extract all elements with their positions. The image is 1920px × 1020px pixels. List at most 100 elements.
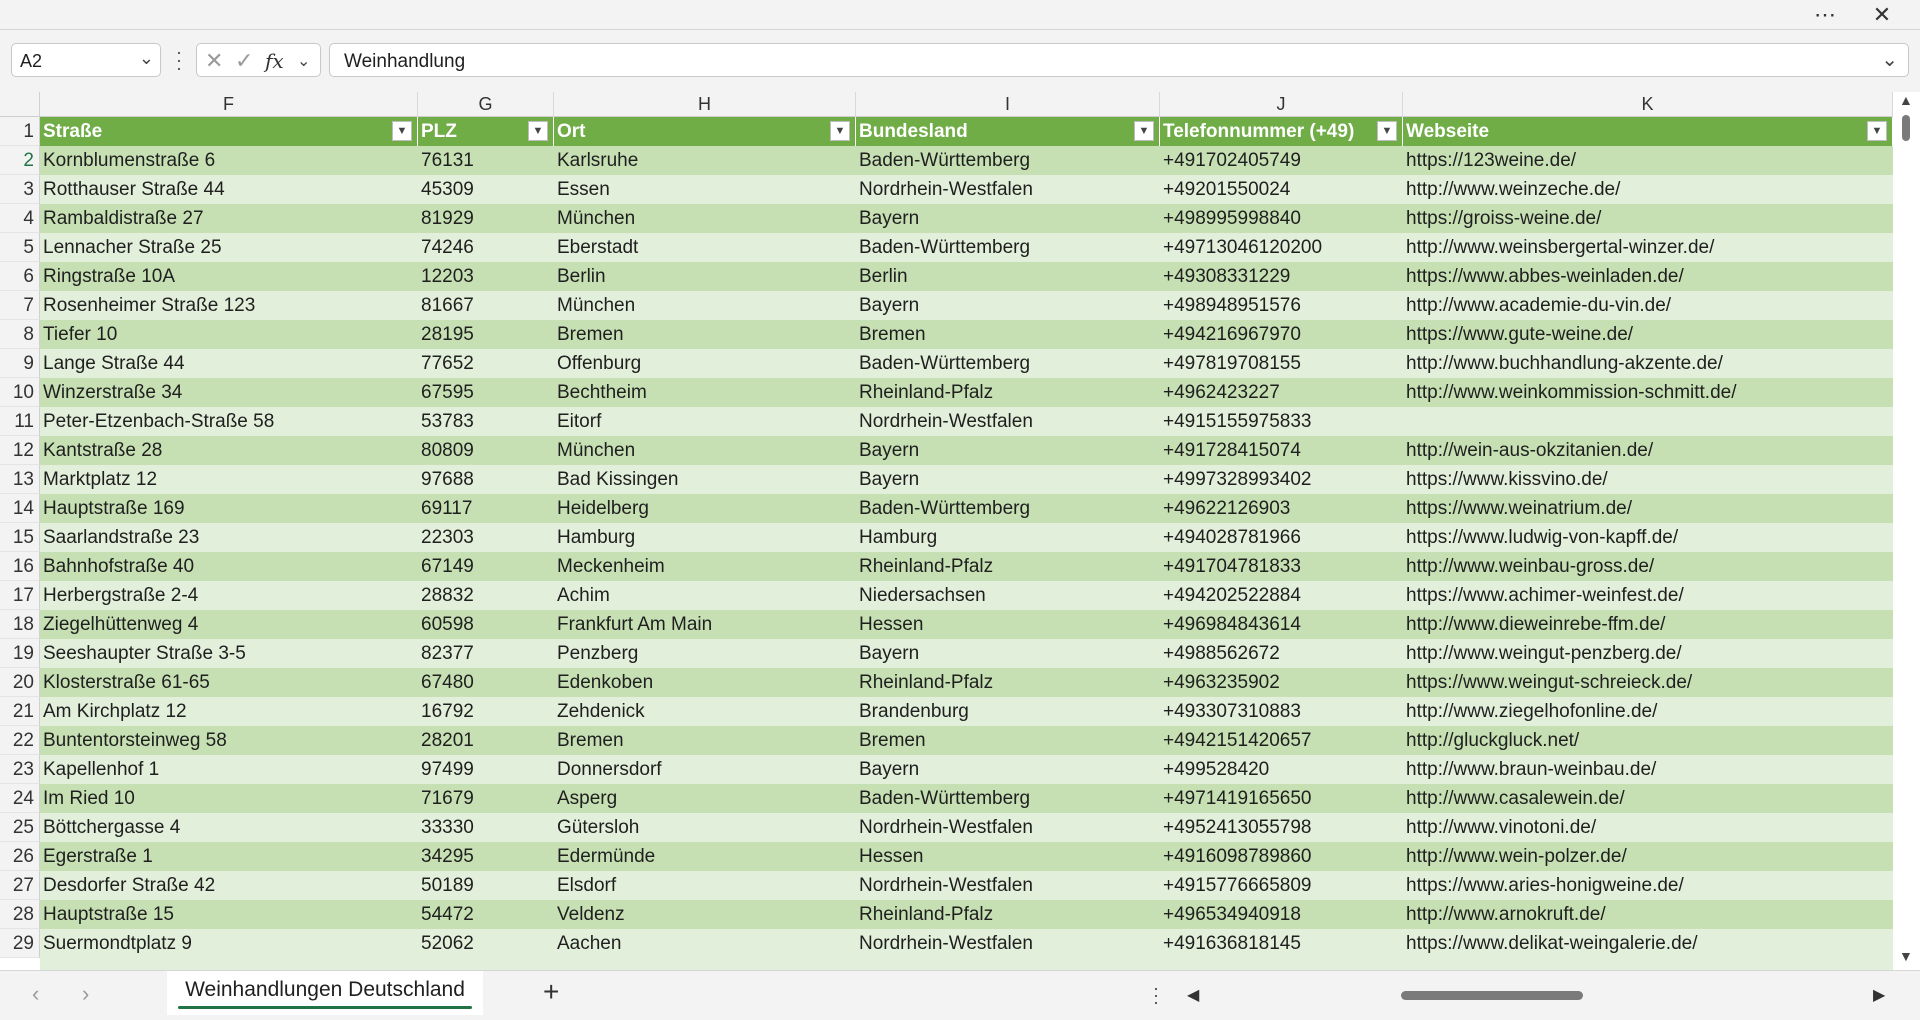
- table-cell[interactable]: http://www.buchhandlung-akzente.de/: [1403, 349, 1893, 378]
- add-sheet-icon[interactable]: +: [543, 976, 559, 1008]
- table-cell[interactable]: Bremen: [554, 320, 856, 349]
- table-cell[interactable]: 28832: [418, 581, 554, 610]
- table-cell[interactable]: Bayern: [856, 436, 1160, 465]
- table-cell[interactable]: 74246: [418, 233, 554, 262]
- table-cell[interactable]: http://www.weinzeche.de/: [1403, 175, 1893, 204]
- table-cell[interactable]: 54472: [418, 900, 554, 929]
- chevron-down-icon[interactable]: ⌄: [139, 48, 154, 69]
- table-cell[interactable]: Hessen: [856, 842, 1160, 871]
- table-cell[interactable]: +4962423227: [1160, 378, 1403, 407]
- table-cell[interactable]: München: [554, 436, 856, 465]
- row-header[interactable]: 14: [0, 494, 40, 523]
- column-header[interactable]: G: [418, 92, 554, 117]
- table-cell[interactable]: +494028781966: [1160, 523, 1403, 552]
- table-cell[interactable]: Klosterstraße 61-65: [40, 668, 418, 697]
- table-cell[interactable]: http://www.wein-polzer.de/: [1403, 842, 1893, 871]
- scroll-up-icon[interactable]: ▲: [1899, 92, 1913, 108]
- chevron-left-icon[interactable]: ‹: [32, 981, 39, 1007]
- table-header-cell[interactable]: Webseite ▼: [1403, 117, 1893, 146]
- row-header[interactable]: 5: [0, 233, 40, 262]
- row-header[interactable]: 12: [0, 436, 40, 465]
- table-cell[interactable]: http://www.arnokruft.de/: [1403, 900, 1893, 929]
- row-header[interactable]: 10: [0, 378, 40, 407]
- row-header[interactable]: 25: [0, 813, 40, 842]
- table-cell[interactable]: Nordrhein-Westfalen: [856, 407, 1160, 436]
- table-cell[interactable]: https://www.weinatrium.de/: [1403, 494, 1893, 523]
- table-cell[interactable]: Böttchergasse 4: [40, 813, 418, 842]
- table-cell[interactable]: +4963235902: [1160, 668, 1403, 697]
- table-cell[interactable]: Offenburg: [554, 349, 856, 378]
- table-cell[interactable]: Frankfurt Am Main: [554, 610, 856, 639]
- table-cell[interactable]: Nordrhein-Westfalen: [856, 871, 1160, 900]
- table-cell[interactable]: https://www.achimer-weinfest.de/: [1403, 581, 1893, 610]
- table-header-cell[interactable]: Straße ▼: [40, 117, 418, 146]
- table-cell[interactable]: Baden-Württemberg: [856, 494, 1160, 523]
- table-header-cell[interactable]: Bundesland ▼: [856, 117, 1160, 146]
- row-header[interactable]: 18: [0, 610, 40, 639]
- table-cell[interactable]: +496534940918: [1160, 900, 1403, 929]
- table-cell[interactable]: 67480: [418, 668, 554, 697]
- table-cell[interactable]: 45309: [418, 175, 554, 204]
- formula-input[interactable]: Weinhandlung ⌄: [329, 43, 1909, 77]
- table-cell[interactable]: https://www.ludwig-von-kapff.de/: [1403, 523, 1893, 552]
- table-cell[interactable]: Baden-Württemberg: [856, 146, 1160, 175]
- table-cell[interactable]: https://www.kissvino.de/: [1403, 465, 1893, 494]
- spreadsheet-grid[interactable]: FGHIJK 1 2 3 4 5 6 7 8 9 10 11 12 13 14 15 16 17 18 19 20 21…: [0, 92, 1920, 987]
- table-cell[interactable]: Bremen: [856, 726, 1160, 755]
- table-cell[interactable]: Bayern: [856, 465, 1160, 494]
- column-header[interactable]: F: [40, 92, 418, 117]
- table-cell[interactable]: Hamburg: [554, 523, 856, 552]
- table-cell[interactable]: https://www.weingut-schreieck.de/: [1403, 668, 1893, 697]
- table-cell[interactable]: Am Kirchplatz 12: [40, 697, 418, 726]
- table-cell[interactable]: Lennacher Straße 25: [40, 233, 418, 262]
- table-cell[interactable]: 34295: [418, 842, 554, 871]
- table-cell[interactable]: Suermondtplatz 9: [40, 929, 418, 958]
- table-cell[interactable]: http://gluckgluck.net/: [1403, 726, 1893, 755]
- row-header[interactable]: 17: [0, 581, 40, 610]
- table-cell[interactable]: Rambaldistraße 27: [40, 204, 418, 233]
- table-cell[interactable]: Bremen: [856, 320, 1160, 349]
- table-cell[interactable]: https://www.abbes-weinladen.de/: [1403, 262, 1893, 291]
- table-cell[interactable]: Karlsruhe: [554, 146, 856, 175]
- table-cell[interactable]: +49201550024: [1160, 175, 1403, 204]
- table-cell[interactable]: Berlin: [856, 262, 1160, 291]
- table-cell[interactable]: Nordrhein-Westfalen: [856, 813, 1160, 842]
- filter-dropdown-icon[interactable]: ▼: [830, 121, 850, 141]
- table-cell[interactable]: 80809: [418, 436, 554, 465]
- table-cell[interactable]: +497819708155: [1160, 349, 1403, 378]
- table-cell[interactable]: Donnersdorf: [554, 755, 856, 784]
- table-cell[interactable]: Edenkoben: [554, 668, 856, 697]
- table-cell[interactable]: Edermünde: [554, 842, 856, 871]
- table-cell[interactable]: Buntentorsteinweg 58: [40, 726, 418, 755]
- table-cell[interactable]: Rheinland-Pfalz: [856, 900, 1160, 929]
- table-cell[interactable]: Elsdorf: [554, 871, 856, 900]
- cancel-icon[interactable]: ✕: [205, 48, 223, 74]
- filter-dropdown-icon[interactable]: ▼: [1377, 121, 1397, 141]
- table-cell[interactable]: Kapellenhof 1: [40, 755, 418, 784]
- table-cell[interactable]: Hauptstraße 169: [40, 494, 418, 523]
- table-cell[interactable]: Zehdenick: [554, 697, 856, 726]
- row-header[interactable]: 11: [0, 407, 40, 436]
- select-all-corner[interactable]: [0, 92, 40, 117]
- table-cell[interactable]: +49308331229: [1160, 262, 1403, 291]
- table-cell[interactable]: http://www.casalewein.de/: [1403, 784, 1893, 813]
- table-cell[interactable]: http://wein-aus-okzitanien.de/: [1403, 436, 1893, 465]
- row-header[interactable]: 20: [0, 668, 40, 697]
- table-cell[interactable]: 67595: [418, 378, 554, 407]
- row-header[interactable]: 16: [0, 552, 40, 581]
- table-cell[interactable]: +491636818145: [1160, 929, 1403, 958]
- table-cell[interactable]: Bayern: [856, 755, 1160, 784]
- row-header[interactable]: 4: [0, 204, 40, 233]
- table-cell[interactable]: Peter-Etzenbach-Straße 58: [40, 407, 418, 436]
- table-cell[interactable]: 67149: [418, 552, 554, 581]
- table-cell[interactable]: Baden-Württemberg: [856, 233, 1160, 262]
- table-cell[interactable]: 81929: [418, 204, 554, 233]
- table-cell[interactable]: Meckenheim: [554, 552, 856, 581]
- table-cell[interactable]: Bremen: [554, 726, 856, 755]
- table-cell[interactable]: 69117: [418, 494, 554, 523]
- table-cell[interactable]: +493307310883: [1160, 697, 1403, 726]
- more-vertical-icon[interactable]: · · ·: [1153, 979, 1159, 1011]
- table-cell[interactable]: Baden-Württemberg: [856, 784, 1160, 813]
- chevron-right-icon[interactable]: ›: [82, 981, 89, 1007]
- scroll-thumb[interactable]: [1902, 115, 1910, 141]
